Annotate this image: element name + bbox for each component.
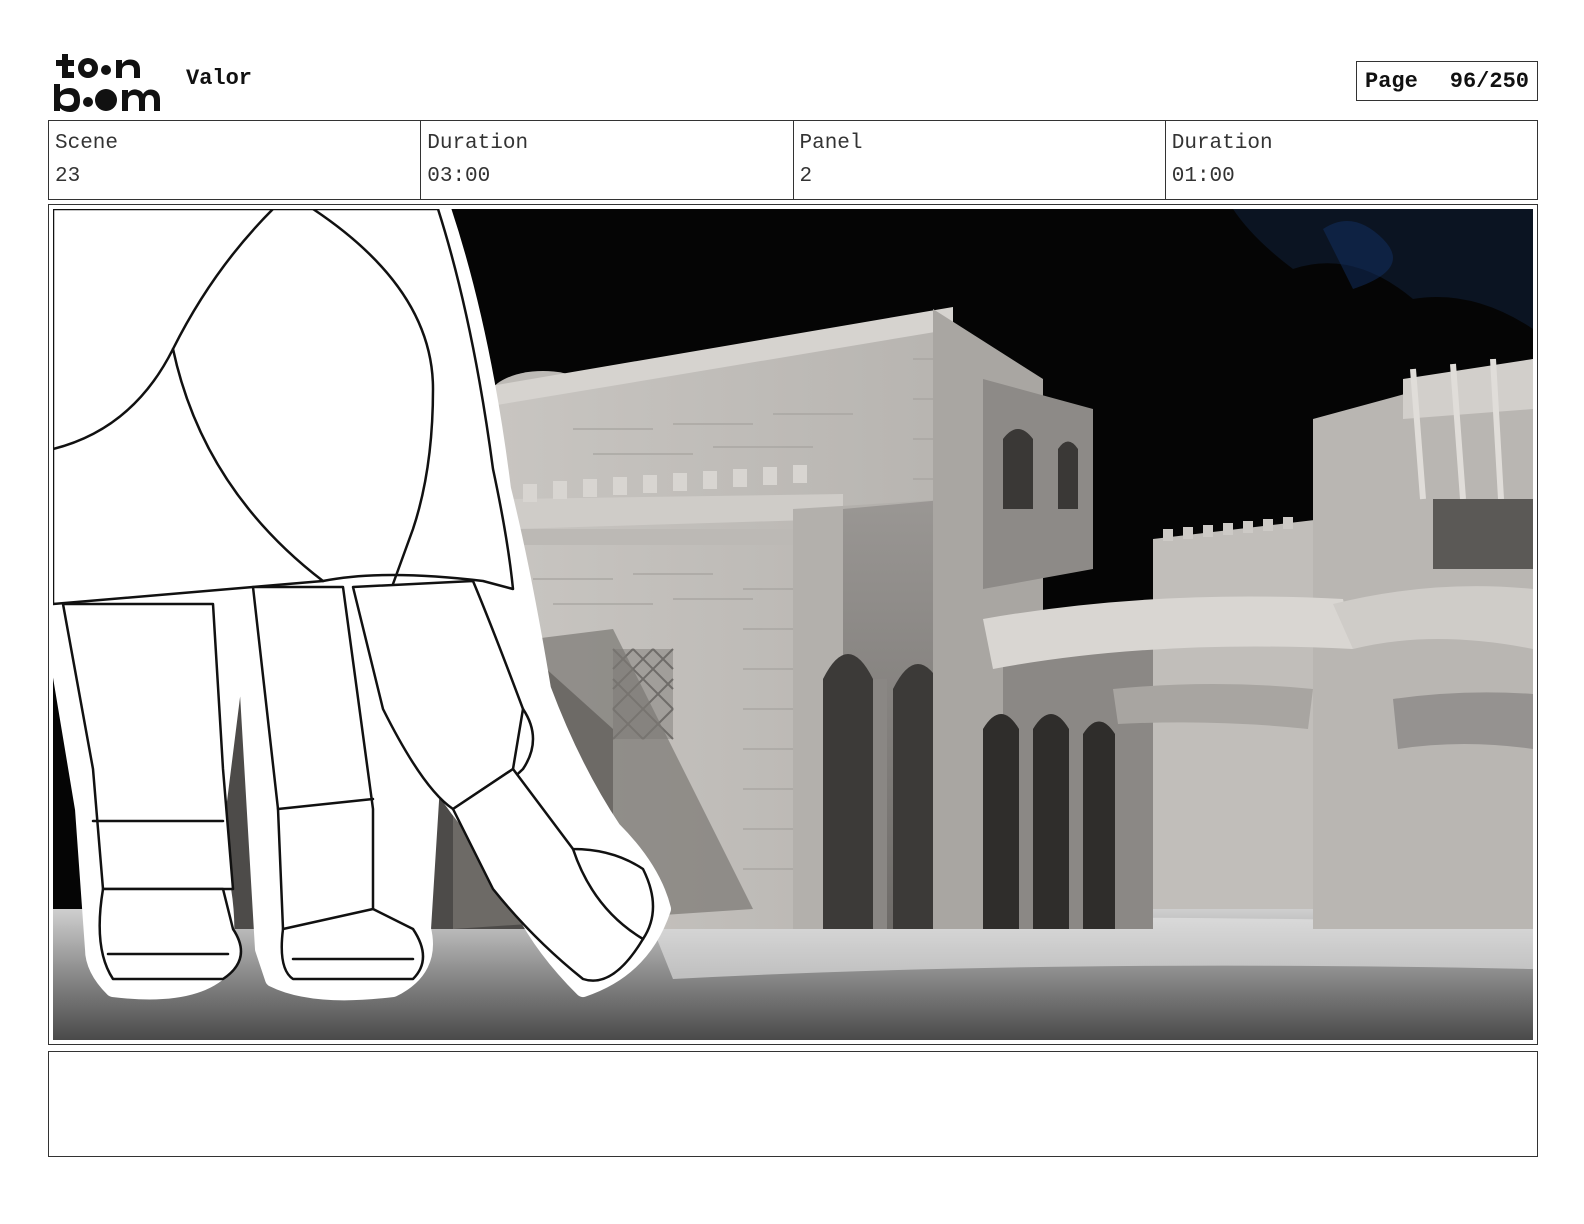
page-label: Page <box>1365 68 1418 94</box>
panel-duration-label: Duration <box>1171 132 1273 155</box>
scene-cell: Scene 23 <box>49 121 422 199</box>
scene-value: 23 <box>55 165 81 188</box>
scene-duration-cell: Duration 03:00 <box>421 121 794 199</box>
scene-duration-label: Duration <box>427 132 529 155</box>
page-number: 96/250 <box>1449 68 1529 94</box>
panel-artwork <box>53 209 1533 1040</box>
panel-duration-cell: Duration 01:00 <box>1166 121 1537 199</box>
toon-boom-logo <box>50 50 166 114</box>
panel-illustration <box>53 209 1533 1040</box>
scene-duration-value: 03:00 <box>427 165 491 188</box>
scene-label: Scene <box>55 132 119 155</box>
caption-box <box>48 1051 1538 1157</box>
project-title: Valor <box>186 66 253 91</box>
panel-label: Panel <box>799 132 863 155</box>
panel-duration-value: 01:00 <box>1171 165 1235 188</box>
panel-value: 2 <box>799 165 813 188</box>
panel-cell: Panel 2 <box>794 121 1166 199</box>
storyboard-panel <box>48 204 1538 1045</box>
page-indicator: Page 96/250 <box>1356 61 1538 101</box>
scene-info-table: Scene 23 Duration 03:00 Panel 2 Duration… <box>48 120 1538 200</box>
